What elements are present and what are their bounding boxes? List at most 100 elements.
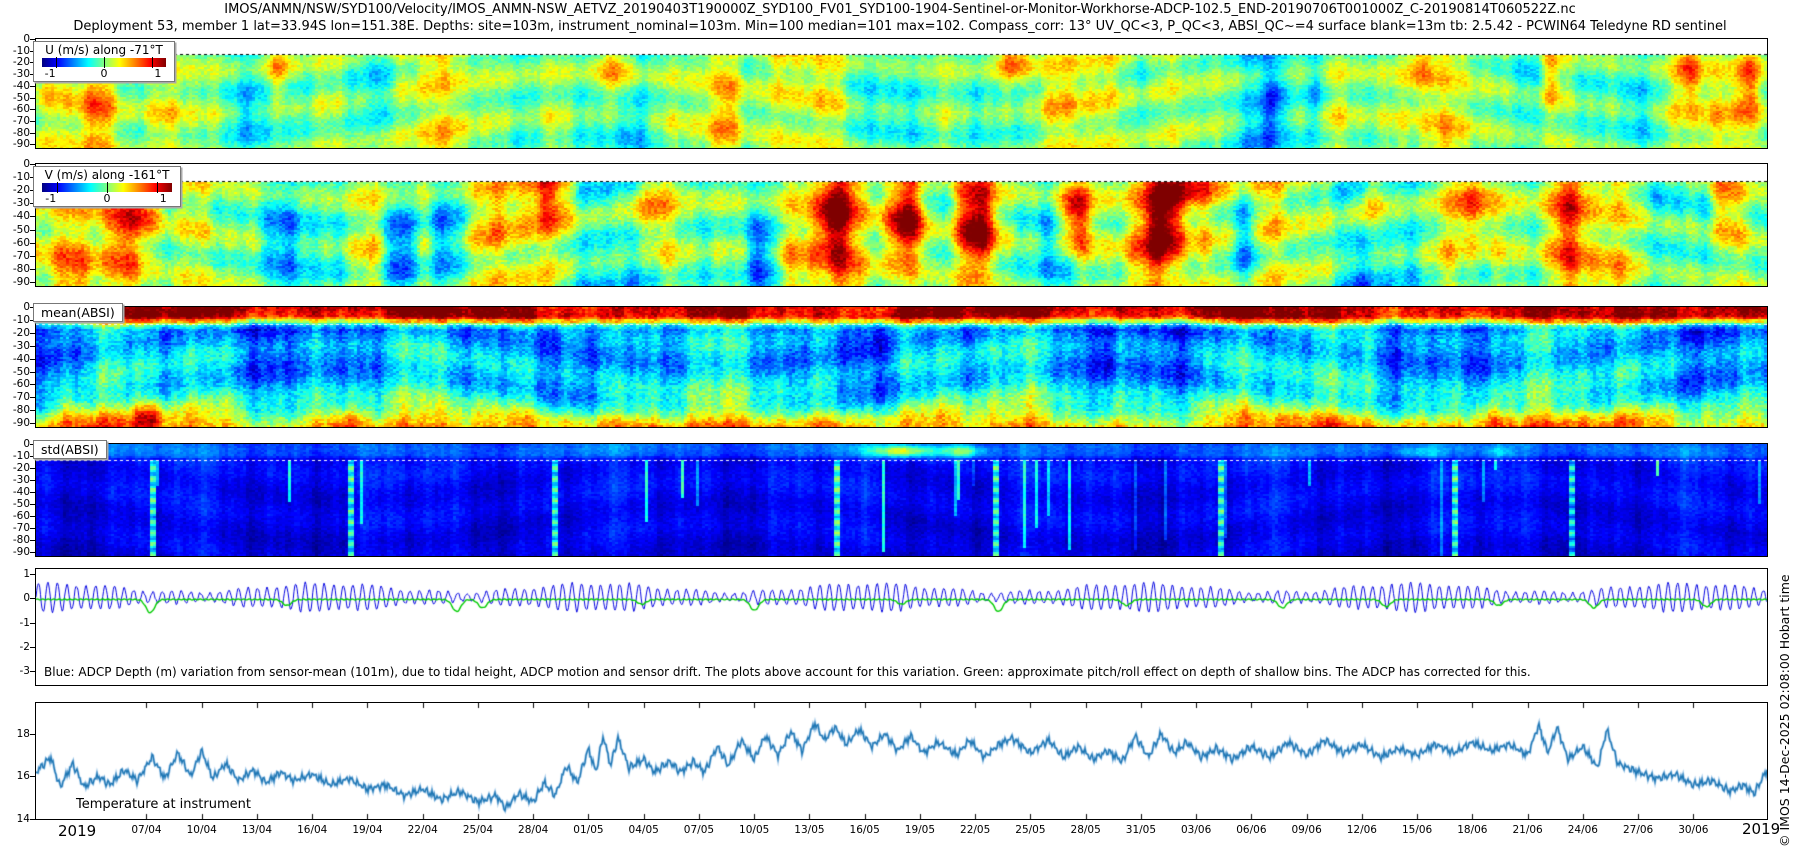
y-tick-label: -20	[2, 184, 30, 196]
u-colorbar	[42, 58, 166, 67]
title-line-1: IMOS/ANMN/NSW/SYD100/Velocity/IMOS_ANMN-…	[0, 2, 1800, 17]
y-tick-mark	[30, 734, 35, 735]
x-tick-label: 24/06	[1568, 824, 1598, 836]
x-tick-label: 28/04	[518, 824, 548, 836]
y-tick-mark	[30, 333, 35, 334]
y-tick-mark	[30, 819, 35, 820]
y-tick-mark	[30, 216, 35, 217]
panel-mean-absi	[35, 306, 1768, 428]
x-tick-label: 28/05	[1071, 824, 1101, 836]
y-tick-label: -90	[2, 276, 30, 288]
y-tick-label: 1	[2, 568, 30, 580]
x-tick-label: 16/04	[297, 824, 327, 836]
y-tick-mark	[30, 86, 35, 87]
y-tick-label: -20	[2, 462, 30, 474]
y-tick-label: -10	[2, 314, 30, 326]
y-tick-label: -70	[2, 522, 30, 534]
y-tick-label: -60	[2, 237, 30, 249]
y-tick-mark	[30, 623, 35, 624]
x-tick-label: 01/05	[573, 824, 603, 836]
y-tick-mark	[30, 109, 35, 110]
x-axis-year-left: 2019	[58, 822, 96, 840]
y-tick-mark	[30, 372, 35, 373]
x-axis-year-right: 2019	[1742, 820, 1780, 838]
y-tick-label: -90	[2, 138, 30, 150]
y-tick-mark	[30, 164, 35, 165]
title-line-2: Deployment 53, member 1 lat=33.94S lon=1…	[0, 19, 1800, 34]
y-tick-label: -60	[2, 378, 30, 390]
y-tick-label: -80	[2, 404, 30, 416]
y-tick-label: -10	[2, 450, 30, 462]
y-tick-label: 14	[2, 813, 30, 825]
y-tick-label: -10	[2, 45, 30, 57]
y-tick-label: 0	[2, 592, 30, 604]
y-tick-mark	[30, 516, 35, 517]
y-tick-label: -2	[2, 641, 30, 653]
y-tick-label: -80	[2, 263, 30, 275]
temperature-label: Temperature at instrument	[76, 797, 251, 812]
y-tick-label: -50	[2, 92, 30, 104]
y-tick-mark	[30, 144, 35, 145]
y-tick-mark	[30, 346, 35, 347]
x-tick-label: 15/06	[1402, 824, 1432, 836]
y-tick-mark	[30, 269, 35, 270]
y-tick-label: 16	[2, 770, 30, 782]
mean-absi-heatmap-canvas	[36, 307, 1767, 427]
y-tick-mark	[30, 528, 35, 529]
y-tick-label: -30	[2, 68, 30, 80]
y-tick-mark	[30, 776, 35, 777]
y-tick-mark	[30, 598, 35, 599]
u-legend-title: U (m/s) along -71°T	[34, 42, 174, 57]
x-tick-label: 25/05	[1015, 824, 1045, 836]
x-tick-label: 07/05	[684, 824, 714, 836]
x-tick-label: 16/05	[850, 824, 880, 836]
y-tick-mark	[30, 243, 35, 244]
y-tick-label: -30	[2, 197, 30, 209]
v-colorbar-legend: V (m/s) along -161°T -1 0 1	[33, 166, 181, 207]
y-tick-mark	[30, 410, 35, 411]
y-tick-label: -50	[2, 366, 30, 378]
u-colorbar-ticks: -1 0 1	[34, 67, 174, 81]
y-tick-label: -50	[2, 224, 30, 236]
panel-u-velocity	[35, 38, 1768, 149]
y-tick-mark	[30, 504, 35, 505]
std-absi-label: std(ABSI)	[33, 440, 107, 459]
u-heatmap-canvas	[36, 39, 1767, 148]
y-tick-mark	[30, 671, 35, 672]
x-tick-label: 04/05	[629, 824, 659, 836]
y-tick-label: -70	[2, 250, 30, 262]
x-tick-label: 13/05	[794, 824, 824, 836]
y-tick-mark	[30, 480, 35, 481]
x-tick-label: 22/04	[408, 824, 438, 836]
y-tick-mark	[30, 39, 35, 40]
y-tick-mark	[30, 423, 35, 424]
v-colorbar-ticks: -1 0 1	[34, 192, 180, 206]
x-tick-label: 19/04	[352, 824, 382, 836]
y-tick-label: 0	[2, 158, 30, 170]
y-tick-label: -90	[2, 417, 30, 429]
panel-v-velocity	[35, 163, 1768, 287]
x-tick-label: 06/06	[1236, 824, 1266, 836]
y-tick-label: -40	[2, 353, 30, 365]
y-tick-mark	[30, 98, 35, 99]
x-tick-label: 25/04	[463, 824, 493, 836]
depth-variation-note: Blue: ADCP Depth (m) variation from sens…	[44, 665, 1531, 679]
y-tick-label: -30	[2, 474, 30, 486]
std-absi-heatmap-canvas	[36, 444, 1767, 556]
y-tick-label: -90	[2, 546, 30, 558]
y-tick-mark	[30, 492, 35, 493]
x-tick-label: 10/05	[739, 824, 769, 836]
y-tick-mark	[30, 574, 35, 575]
y-tick-label: -10	[2, 171, 30, 183]
x-tick-label: 30/06	[1678, 824, 1708, 836]
x-tick-label: 13/04	[242, 824, 272, 836]
y-tick-mark	[30, 282, 35, 283]
y-tick-mark	[30, 133, 35, 134]
x-tick-label: 31/05	[1126, 824, 1156, 836]
imos-watermark: © IMOS 14-Dec-2025 02:08:00 Hobart time	[1777, 574, 1792, 847]
y-tick-mark	[30, 552, 35, 553]
temperature-canvas	[36, 703, 1767, 819]
y-tick-mark	[30, 540, 35, 541]
y-tick-label: 0	[2, 301, 30, 313]
y-tick-label: 0	[2, 33, 30, 45]
